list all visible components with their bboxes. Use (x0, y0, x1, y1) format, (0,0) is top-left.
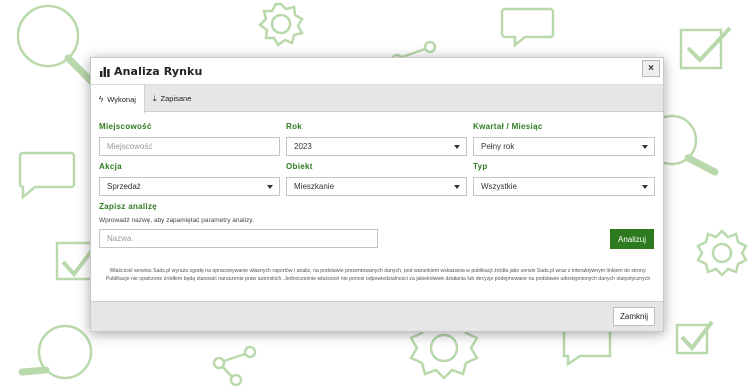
checkbox-icon (675, 320, 714, 355)
action-select[interactable]: Sprzedaż (99, 177, 280, 196)
object-select[interactable]: Mieszkanie (286, 177, 467, 196)
caret-down-icon (267, 185, 273, 189)
caret-down-icon (642, 145, 648, 149)
bolt-icon: ϟ (99, 94, 104, 104)
year-label: Rok (286, 122, 303, 131)
city-label: Miejscowość (99, 122, 152, 131)
bar-chart-icon (100, 67, 110, 77)
checkbox-icon (679, 26, 732, 70)
chat-bubble-icon (562, 328, 612, 367)
close-icon-button[interactable]: × (642, 60, 660, 77)
action-value: Sprzedaż (107, 182, 141, 191)
magnifier-icon (16, 4, 102, 92)
year-select[interactable]: 2023 (286, 137, 467, 156)
save-analysis-help: Wprowadź nazwę, aby zapamiętać parametry… (99, 217, 254, 224)
type-value: Wszystkie (481, 182, 517, 191)
period-value: Pełny rok (481, 142, 515, 151)
download-icon: ⤓ (153, 93, 157, 103)
dialog-footer: Zamknij (91, 301, 663, 331)
city-input[interactable]: Miejscowość (99, 137, 280, 156)
dialog-header: Analiza Rynku × (91, 58, 663, 85)
action-label: Akcja (99, 162, 122, 171)
type-select[interactable]: Wszystkie (473, 177, 655, 196)
period-select[interactable]: Pełny rok (473, 137, 655, 156)
caret-down-icon (454, 145, 460, 149)
gear-icon (696, 229, 748, 277)
tab-bar: ϟ Wykonaj ⤓ Zapisane (91, 85, 663, 113)
copyright-disclaimer: Właściciel serwisu Sads.pl wyraża zgodę … (105, 268, 651, 282)
market-analysis-dialog: Analiza Rynku × ϟ Wykonaj ⤓ Zapisane Mie… (90, 57, 664, 332)
caret-down-icon (454, 185, 460, 189)
dialog-title-wrap: Analiza Rynku (100, 65, 202, 78)
tab-wykonaj[interactable]: ϟ Wykonaj (91, 85, 145, 113)
analyze-button[interactable]: Analizuj (610, 229, 654, 249)
tab-zapisane[interactable]: ⤓ Zapisane (145, 85, 199, 112)
dialog-title: Analiza Rynku (114, 65, 203, 78)
magnifier-icon (18, 324, 93, 380)
tab-label: Zapisane (160, 94, 192, 103)
save-analysis-label: Zapisz analizę (99, 202, 157, 211)
close-button[interactable]: Zamknij (613, 307, 655, 326)
tab-label: Wykonaj (107, 94, 136, 104)
analysis-name-input[interactable]: Nazwa (99, 229, 378, 248)
year-value: 2023 (294, 142, 312, 151)
period-label: Kwartał / Miesiąc (473, 122, 543, 131)
gear-icon (258, 2, 304, 47)
caret-down-icon (642, 185, 648, 189)
object-value: Mieszkanie (294, 182, 335, 191)
chat-bubble-icon (18, 151, 76, 200)
share-icon (212, 345, 257, 387)
object-label: Obiekt (286, 162, 313, 171)
type-label: Typ (473, 162, 488, 171)
chat-bubble-icon (500, 7, 555, 48)
